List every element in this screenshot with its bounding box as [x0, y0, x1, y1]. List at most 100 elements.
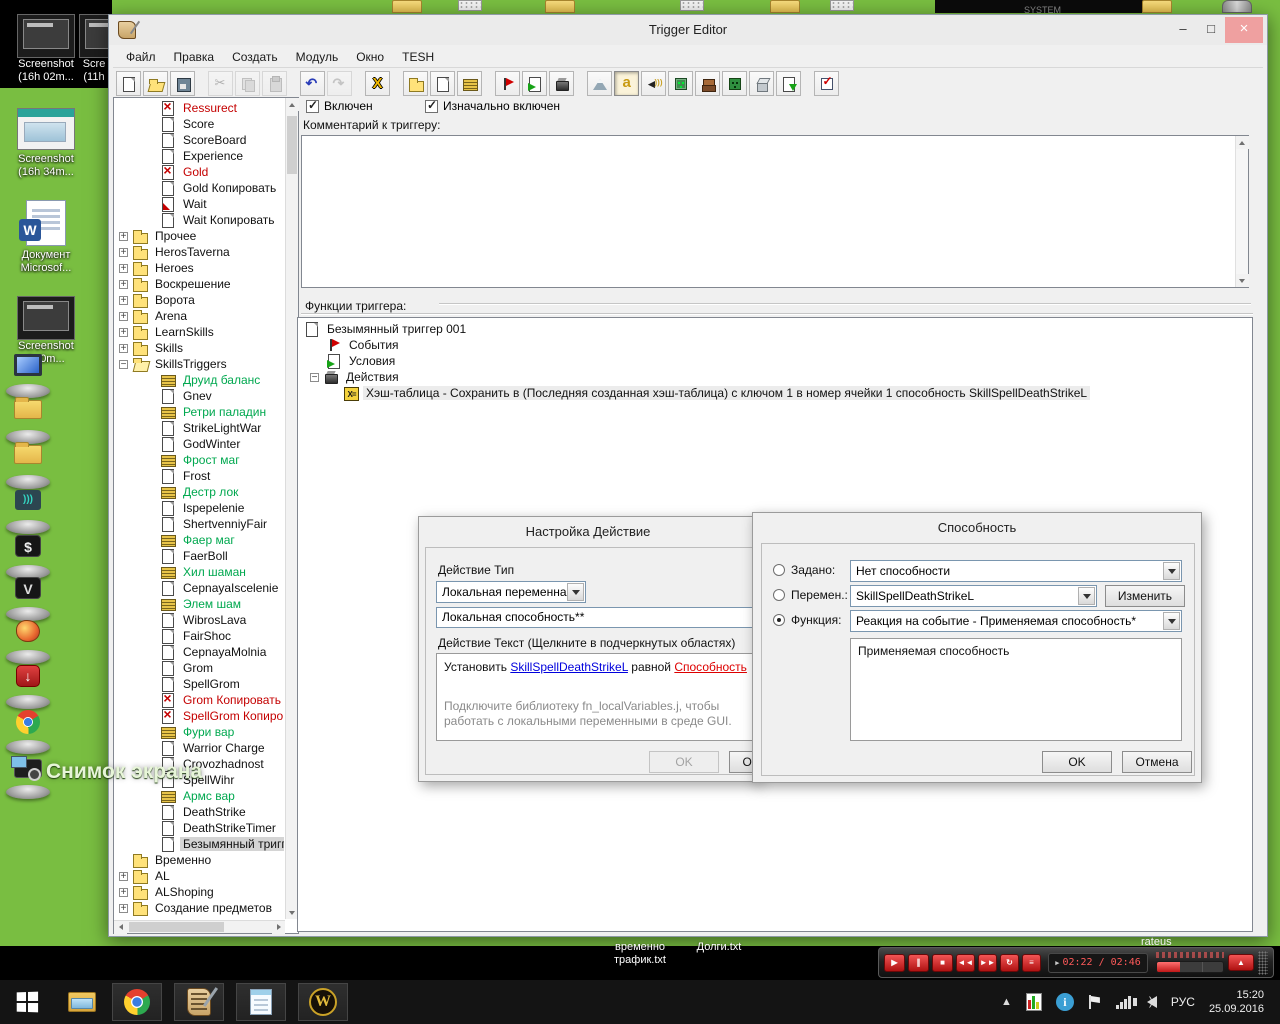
module-settings-button[interactable] — [814, 71, 839, 96]
scroll-down-arrow[interactable] — [1236, 274, 1249, 287]
tree-item[interactable]: + AL — [115, 868, 284, 884]
tree-item[interactable]: + Прочее — [115, 228, 284, 244]
function-item[interactable]: Хэш-таблица - Сохранить в (Последняя соз… — [300, 385, 1250, 401]
tree-expander[interactable]: + — [119, 263, 128, 273]
play-button[interactable]: ▶ — [884, 953, 905, 972]
tree-item[interactable]: Gold — [115, 162, 284, 180]
tree-item[interactable]: Wait Копировать — [115, 212, 284, 228]
tree-item[interactable]: CepnayaMolnia — [115, 644, 284, 660]
tree-expander[interactable]: − — [310, 372, 319, 382]
tree-item[interactable]: CepnayaIscelenie — [115, 580, 284, 596]
new-trigger-button[interactable] — [430, 71, 455, 96]
variables-button[interactable] — [365, 71, 390, 96]
network-app-icon[interactable] — [4, 488, 52, 534]
cut-button[interactable] — [208, 71, 233, 96]
dropdown-arrow-icon[interactable] — [1078, 587, 1095, 605]
rewind-button[interactable]: ◄◄ — [956, 953, 975, 972]
open-button[interactable] — [143, 71, 168, 96]
dropdown-arrow-icon[interactable] — [1163, 562, 1180, 580]
ai-editor-button[interactable] — [722, 71, 747, 96]
tree-expander[interactable]: + — [119, 343, 128, 353]
resource-monitor-icon[interactable] — [1025, 993, 1042, 1011]
minimize-button[interactable]: – — [1169, 17, 1197, 43]
scroll-thumb[interactable] — [129, 922, 224, 932]
tree-item[interactable]: ShertvenniyFair — [115, 516, 284, 532]
edit-variable-button[interactable]: Изменить — [1105, 585, 1185, 607]
game-app-icon[interactable] — [4, 618, 52, 664]
tree-item[interactable]: FaerBoll — [115, 548, 284, 564]
tree-item[interactable]: + ALShoping — [115, 884, 284, 900]
desktop-file-label[interactable]: Долги.txt — [684, 941, 754, 954]
tree-item[interactable]: + Создание предметов — [115, 900, 284, 916]
tree-item[interactable]: Элем шам — [115, 596, 284, 612]
action-text-link[interactable]: SkillSpellDeathStrikeL — [510, 660, 628, 674]
comment-textarea[interactable] — [301, 135, 1249, 288]
action-subtype-field[interactable]: Локальная способность** — [436, 607, 757, 628]
tree-item[interactable]: Армс вар — [115, 788, 284, 804]
pause-button[interactable]: ∥ — [908, 953, 929, 972]
v-app-icon[interactable] — [4, 575, 52, 621]
folder-icon[interactable] — [770, 0, 800, 13]
playlist-button[interactable]: ≡ — [1022, 953, 1041, 972]
preset-radio[interactable] — [773, 564, 785, 576]
action-center-flag-icon[interactable] — [1088, 995, 1102, 1009]
tree-item[interactable]: Временно — [115, 852, 284, 868]
folder-1-icon[interactable] — [4, 397, 52, 444]
forward-button[interactable]: ►► — [978, 953, 997, 972]
volume-icon[interactable] — [1132, 994, 1157, 1008]
tree-item[interactable]: FairShoc — [115, 628, 284, 644]
new-file-button[interactable] — [116, 71, 141, 96]
tree-item[interactable]: Фури вар — [115, 724, 284, 740]
variable-dropdown[interactable]: SkillSpellDeathStrikeL — [850, 585, 1097, 607]
scroll-icon[interactable] — [458, 0, 482, 11]
object-editor-button[interactable] — [668, 71, 693, 96]
scroll-up-arrow[interactable] — [286, 98, 299, 111]
comment-scrollbar[interactable] — [1235, 136, 1249, 287]
ok-button[interactable]: OK — [1042, 751, 1112, 773]
folder-icon[interactable] — [392, 0, 422, 13]
menu-item-0[interactable]: Файл — [117, 48, 165, 67]
tree-item[interactable]: Хил шаман — [115, 564, 284, 580]
tree-item[interactable]: + Skills — [115, 340, 284, 356]
scroll-right-arrow[interactable] — [272, 921, 285, 934]
this-pc-icon[interactable] — [4, 352, 52, 398]
menu-item-2[interactable]: Создать — [223, 48, 287, 67]
tree-item[interactable]: Grom — [115, 660, 284, 676]
tree-item[interactable]: DeathStrikeTimer — [115, 820, 284, 836]
tree-expander[interactable]: + — [119, 871, 128, 881]
new-category-button[interactable] — [403, 71, 428, 96]
maximize-button[interactable]: □ — [1197, 17, 1225, 43]
repeat-button[interactable]: ↻ — [1000, 953, 1019, 972]
chrome-app-icon[interactable] — [4, 708, 52, 754]
tree-item[interactable]: − SkillsTriggers — [115, 356, 284, 372]
taskbar-chrome-button[interactable] — [112, 983, 162, 1021]
new-comment-button[interactable] — [457, 71, 482, 96]
function-item[interactable]: − Действия — [300, 369, 1250, 385]
new-condition-button[interactable] — [522, 71, 547, 96]
object-manager-button[interactable] — [749, 71, 774, 96]
ok-button[interactable]: OK — [649, 751, 719, 773]
desktop-icon-screenshot-2[interactable]: Scre (11h — [78, 14, 110, 84]
tree-item[interactable]: Grom Копировать — [115, 690, 284, 708]
initially-on-checkbox[interactable]: Изначально включен — [425, 98, 560, 113]
tree-item[interactable]: StrikeLightWar — [115, 420, 284, 436]
tree-item[interactable]: Gold Копировать — [115, 180, 284, 196]
tree-item[interactable]: Дестр лок — [115, 484, 284, 500]
tree-item[interactable]: + HerosTaverna — [115, 244, 284, 260]
tree-item[interactable]: + LearnSkills — [115, 324, 284, 340]
info-icon[interactable]: i — [1055, 993, 1074, 1011]
tree-item[interactable]: + Воскрешение — [115, 276, 284, 292]
tree-expander[interactable]: + — [119, 279, 128, 289]
eject-button[interactable]: ▲ — [1228, 954, 1254, 971]
desktop-icon-screenshot-3[interactable]: Screenshot (16h 34m... — [8, 108, 84, 179]
tree-item[interactable]: Gnev — [115, 388, 284, 404]
tree-expander[interactable]: + — [119, 295, 128, 305]
tree-item[interactable]: + Arena — [115, 308, 284, 324]
downloads-app-icon[interactable] — [4, 663, 52, 709]
dropdown-arrow-icon[interactable] — [1163, 612, 1180, 630]
start-button[interactable] — [12, 987, 42, 1017]
desktop-file-label[interactable]: временно трафик.txt — [596, 941, 684, 967]
menu-item-5[interactable]: TESH — [393, 48, 443, 67]
splitter-line[interactable] — [439, 303, 1251, 305]
enabled-checkbox[interactable]: Включен — [306, 98, 373, 113]
